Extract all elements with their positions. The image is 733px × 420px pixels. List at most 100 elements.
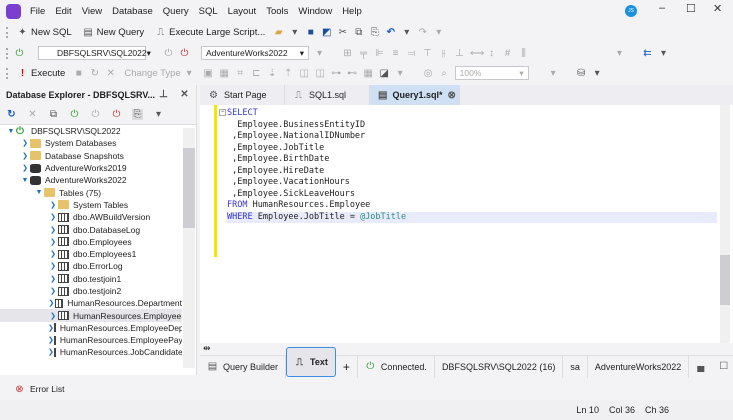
align-grid-icon[interactable]: ⊞ [342,48,353,59]
layout-bottom-icon[interactable]: ▄ [695,361,706,372]
minimize-button[interactable]: – [659,2,665,14]
chevron-right-icon[interactable]: ❯ [48,312,58,320]
align-middle-icon[interactable]: ≡ [390,48,401,59]
align-left-icon[interactable]: ⊫ [374,48,385,59]
menu-edit[interactable]: Edit [55,6,71,17]
tree-item[interactable]: ❯ HumanResources.JobCandidate [0,346,182,358]
add-view-button[interactable]: + [336,355,358,378]
chevron-right-icon[interactable]: ❯ [48,299,55,307]
tree-item[interactable]: ❯ Database Snapshots [0,150,182,162]
scrollbar-thumb[interactable] [720,255,730,305]
change-type-button[interactable]: Change Type ▾ [121,68,197,79]
chevron-right-icon[interactable]: ❯ [20,139,30,147]
split-icon[interactable]: ⇹ [203,343,211,354]
chevron-right-icon[interactable]: ❯ [20,164,30,172]
cancel-icon[interactable]: ✕ [105,68,116,79]
tree-item[interactable]: ▼ ⏻ DBFSQLSRV\SQL2022 [0,125,182,137]
connect-icon[interactable]: ⏻ [163,48,174,59]
menu-tools[interactable]: Tools [266,6,288,17]
note-icon[interactable]: ◫ [299,68,310,79]
new-query-button[interactable]: ▤ New Query [80,27,148,38]
close-panel-icon[interactable]: ✕ [179,89,190,100]
chevron-down-icon[interactable]: ▾ [314,48,325,59]
connect-icon[interactable]: ⏻ [90,109,101,120]
chevron-down-icon[interactable]: ▾ [614,48,625,59]
chevron-down-icon[interactable]: ▾ [289,27,300,38]
tab-sql1-sql[interactable]: ⎍ SQL1.sql [285,85,370,105]
layout-icon[interactable]: ▣ [203,68,214,79]
undo-icon[interactable]: ↶ [385,27,396,38]
chevron-right-icon[interactable]: ❯ [48,226,58,234]
zoom-select[interactable]: 100% ▾ [454,66,529,80]
same-width-icon[interactable]: ⟷ [470,48,484,59]
toolbar-grip[interactable] [6,47,9,59]
spacing-icon[interactable]: ⫼ [518,48,529,59]
collapse-icon[interactable]: ⧉ [48,109,59,120]
tab-query1-sql-[interactable]: ▤ Query1.sql* ⊗ [370,85,460,105]
chevron-right-icon[interactable]: ❯ [48,201,58,209]
maximize-button[interactable]: ☐ [686,2,696,15]
tree-item[interactable]: ❯ dbo.testjoin1 [0,273,182,285]
format-icon[interactable]: ⇇ [642,48,653,59]
layout-full-icon[interactable]: ☐ [718,361,729,372]
chevron-right-icon[interactable]: ❯ [48,250,58,258]
tree-item[interactable]: ❯ HumanResources.Employee [0,309,182,322]
pin-icon[interactable]: ⊥ [158,89,169,100]
align-bottom-icon[interactable]: ⊥ [454,48,465,59]
zoom-fit-icon[interactable]: ◎ [423,68,434,79]
tree-item[interactable]: ❯ dbo.DatabaseLog [0,223,182,235]
menu-layout[interactable]: Layout [228,6,257,17]
tree-item[interactable]: ❯ dbo.Employees1 [0,248,182,260]
refresh-icon[interactable]: ↻ [6,109,17,120]
close-tab-icon[interactable]: ⊗ [447,90,455,101]
tree-item[interactable]: ❯ AdventureWorks2019 [0,162,182,174]
chevron-right-icon[interactable]: ❯ [48,238,58,246]
menu-help[interactable]: Help [342,6,362,17]
paste-icon[interactable]: ⎘ [369,27,380,38]
chevron-down-icon[interactable]: ▾ [592,68,603,79]
error-list-tab[interactable]: ⊗ Error List [0,378,733,400]
copy-icon[interactable]: ⧉ [353,27,364,38]
chevron-down-icon[interactable]: ▾ [395,68,406,79]
diagram-icon[interactable]: ▦ [219,68,230,79]
chevron-down-icon[interactable]: ▼ [20,177,30,184]
align-vcenter-icon[interactable]: ⫲ [438,48,449,59]
menu-view[interactable]: View [82,6,102,17]
chevron-down-icon[interactable]: ▾ [433,27,444,38]
redo-icon[interactable]: ↷ [417,27,428,38]
chevron-down-icon[interactable]: ▾ [401,27,412,38]
save-icon[interactable]: ■ [305,27,316,38]
chevron-down-icon[interactable]: ▾ [153,109,164,120]
align-right-icon[interactable]: ⫤ [406,48,417,59]
new-sql-button[interactable]: ✦ New SQL [14,27,75,38]
chevron-right-icon[interactable]: ❯ [48,287,58,295]
text-tab[interactable]: ⎍ Text [286,347,336,377]
close-button[interactable]: ✕ [713,2,722,15]
same-size-icon[interactable]: # [502,48,513,59]
chevron-right-icon[interactable]: ❯ [20,152,30,160]
user-avatar[interactable]: JS [625,5,637,17]
server-select[interactable]: DBFSQLSRV\SQL2022 ▾ [38,46,151,60]
editor-scrollbar[interactable] [720,105,730,343]
save-all-icon[interactable]: ◩ [321,27,332,38]
chevron-right-icon[interactable]: ❯ [48,275,58,283]
sort-asc-icon[interactable]: ⇣ [267,68,278,79]
delete-icon[interactable]: ✕ [27,109,38,120]
chevron-right-icon[interactable]: ❯ [48,262,58,270]
tree-item[interactable]: ❯ dbo.AWBuildVersion [0,211,182,223]
menu-file[interactable]: File [30,6,45,17]
link-icon[interactable]: ⊶ [331,68,342,79]
tree-item[interactable]: ❯ System Tables [0,199,182,211]
tree-item[interactable]: ❯HumanResources.EmployeePayHistory [0,334,182,346]
same-height-icon[interactable]: ↕ [486,48,497,59]
group-icon[interactable]: ⊏ [251,68,262,79]
chevron-right-icon[interactable]: ❯ [48,213,58,221]
stop-icon[interactable]: ■ [73,68,84,79]
menu-database[interactable]: Database [112,6,153,17]
align-top-icon[interactable]: ⊤ [422,48,433,59]
fit-icon[interactable]: ⌗ [235,68,246,79]
chevron-down-icon[interactable]: ▼ [6,128,16,135]
execute-large-script-button[interactable]: ⎍ Execute Large Script... [152,27,268,38]
grid-icon[interactable]: ▦ [363,68,374,79]
disconnect-icon[interactable]: ⏻ [179,48,190,59]
